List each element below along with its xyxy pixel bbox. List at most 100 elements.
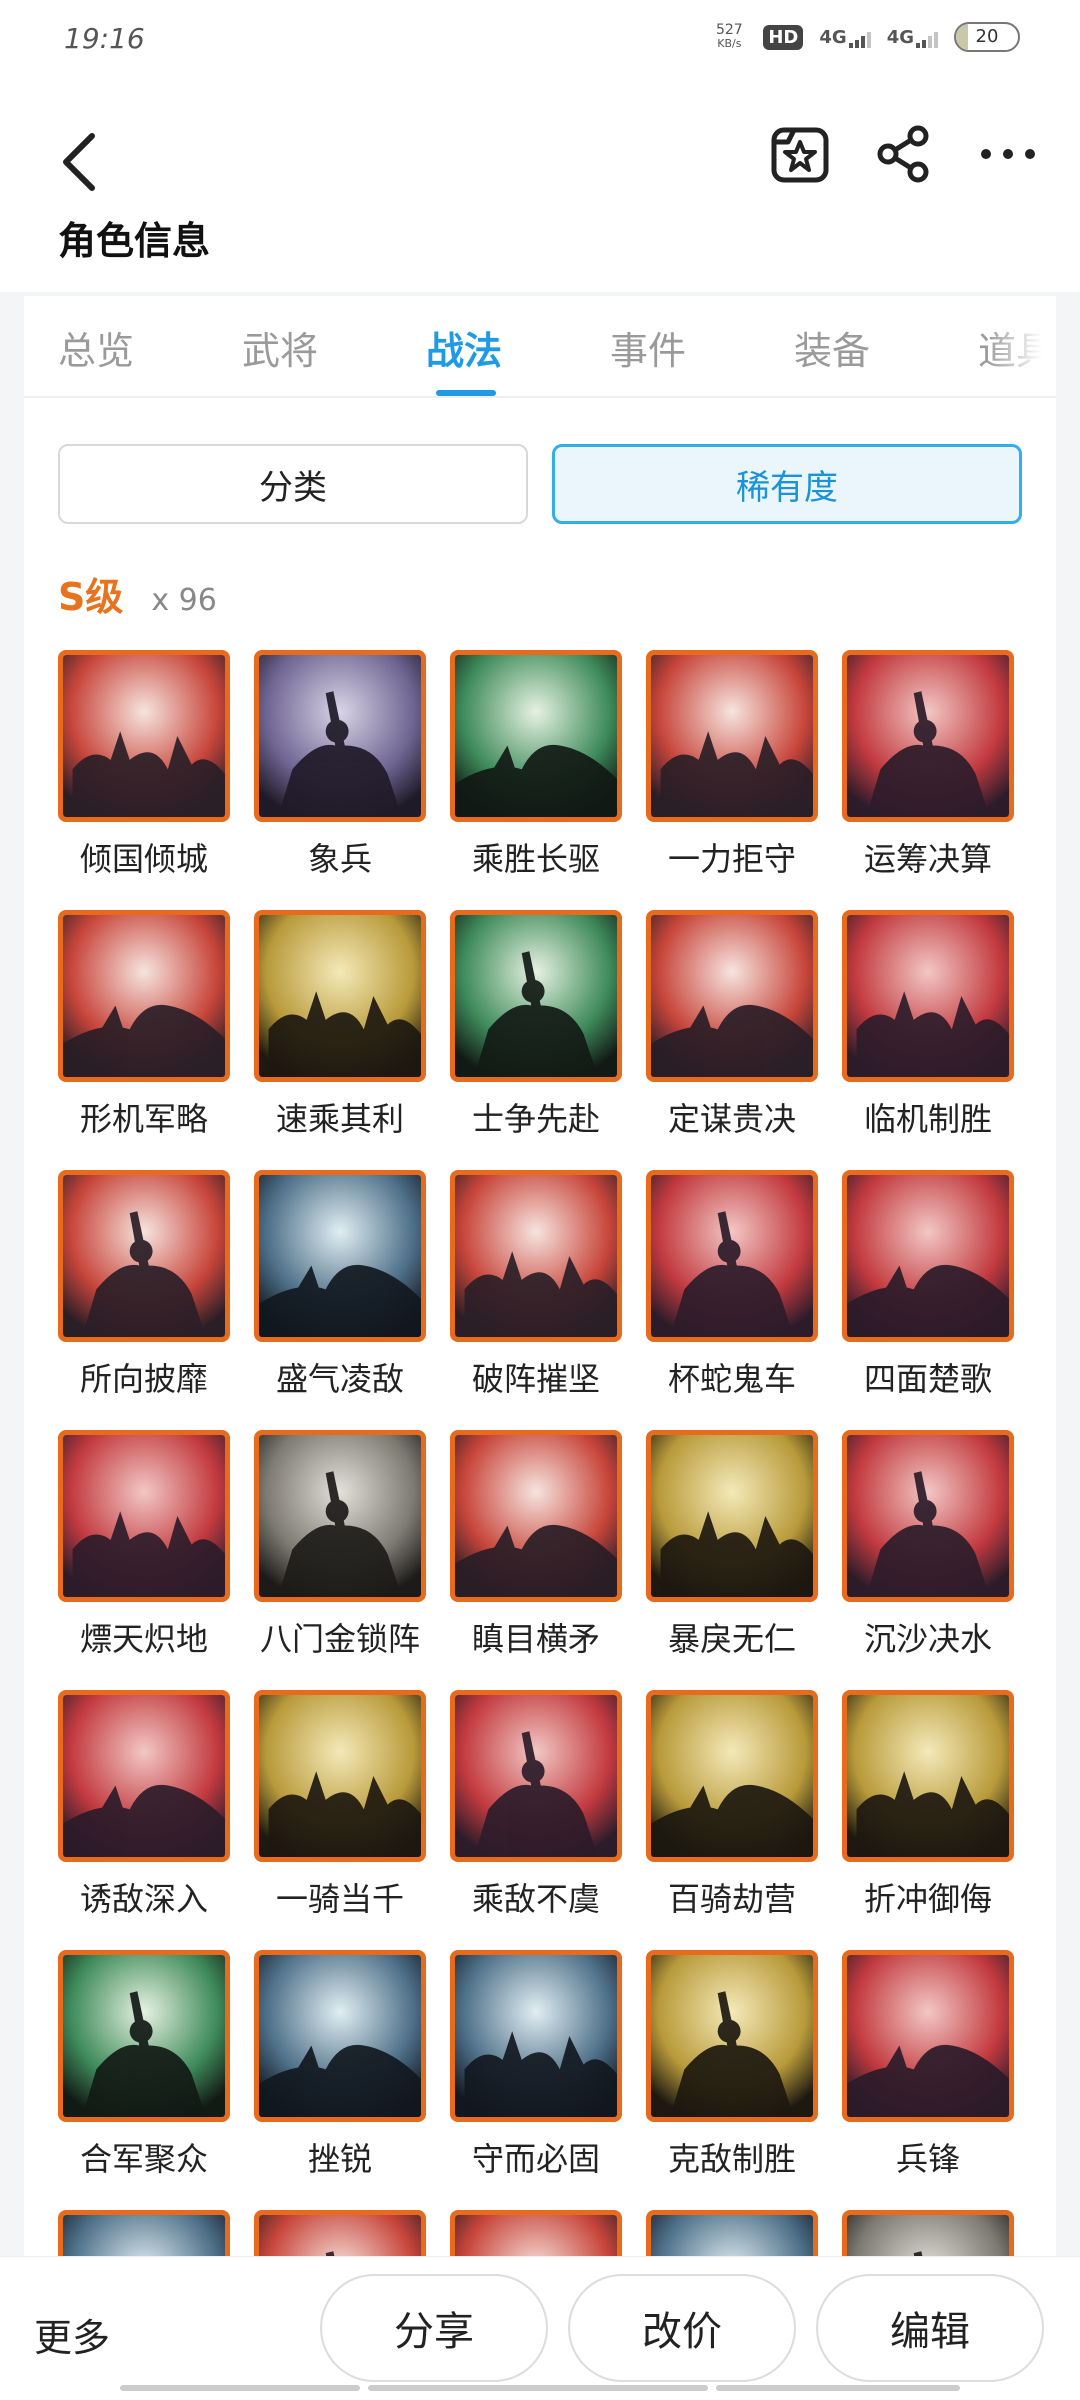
skill-name: 乘胜长驱	[471, 840, 600, 878]
skill-name: 盛气凌敌	[275, 1360, 404, 1398]
skill-name: 一力拒守	[667, 840, 796, 878]
favorite-button[interactable]	[760, 114, 840, 194]
share-icon	[877, 125, 929, 183]
skill-icon	[646, 2210, 818, 2256]
skill-icon	[842, 1690, 1014, 1862]
tab-equipment[interactable]: 装备	[794, 320, 870, 375]
skill-name: 速乘其利	[275, 1100, 404, 1138]
skill-icon	[450, 650, 622, 822]
share-top-button[interactable]	[864, 114, 944, 194]
grade-count: x 96	[151, 583, 217, 618]
edit-button[interactable]: 编辑	[816, 2274, 1044, 2382]
skill-card[interactable]: 破阵摧坚	[448, 1170, 624, 1420]
tab-tactics[interactable]: 战法	[426, 320, 502, 375]
skill-card[interactable]: 兵锋	[840, 1950, 1016, 2200]
sim1-signal-icon: 4G	[819, 27, 871, 48]
back-button[interactable]	[52, 124, 108, 200]
change-price-button[interactable]: 改价	[568, 2274, 796, 2382]
skill-name: 瞋目横矛	[471, 1620, 600, 1658]
sim2-signal-icon: 4G	[887, 27, 938, 48]
skill-name: 临机制胜	[863, 1100, 992, 1138]
skill-name: 四面楚歌	[863, 1360, 992, 1398]
tab-bar: 总览 武将 战法 事件 装备 道具	[24, 296, 1056, 398]
status-bar: 19:16 527 KB/s HD 4G 4G 20	[0, 0, 1080, 84]
skill-card[interactable]: 守而必固	[448, 1950, 624, 2200]
skill-card[interactable]: 暴戾无仁	[644, 1430, 820, 1680]
skill-card[interactable]: 形机军略	[56, 910, 232, 1160]
skill-card[interactable]: 诱敌深入	[56, 1690, 232, 1940]
skill-card[interactable]: 士争先赴	[448, 910, 624, 1160]
skill-card[interactable]: 杯蛇鬼车	[644, 1170, 820, 1420]
skill-icon	[450, 1430, 622, 1602]
skill-icon	[254, 1430, 426, 1602]
status-indicators: 527 KB/s HD 4G 4G 20	[711, 22, 1020, 52]
skill-card[interactable]: 一骑当千	[252, 1690, 428, 1940]
skill-card[interactable]	[448, 2210, 624, 2256]
skill-card[interactable]: 运筹决算	[840, 650, 1016, 900]
chevron-left-icon	[63, 133, 95, 191]
content-panel: 总览 武将 战法 事件 装备 道具 分类 稀有度 S级 x 96 倾国倾城象兵乘…	[24, 296, 1056, 2256]
skill-icon	[58, 1950, 230, 2122]
skill-card[interactable]	[56, 2210, 232, 2256]
tab-generals[interactable]: 武将	[242, 320, 318, 375]
skill-name: 挫锐	[307, 2140, 372, 2178]
skill-card[interactable]: 临机制胜	[840, 910, 1016, 1160]
skill-card[interactable]: 乘敌不虞	[448, 1690, 624, 1940]
share-button[interactable]: 分享	[320, 2274, 548, 2382]
skill-icon	[254, 1690, 426, 1862]
skill-card[interactable]: 合军聚众	[56, 1950, 232, 2200]
skill-card[interactable]: 八门金锁阵	[252, 1430, 428, 1680]
skill-card[interactable]: 熛天炽地	[56, 1430, 232, 1680]
skill-card[interactable]: 一力拒守	[644, 650, 820, 900]
skill-card[interactable]: 瞋目横矛	[448, 1430, 624, 1680]
skill-icon	[450, 910, 622, 1082]
skill-card[interactable]: 百骑劫营	[644, 1690, 820, 1940]
skill-card[interactable]: 象兵	[252, 650, 428, 900]
tab-events[interactable]: 事件	[610, 320, 686, 375]
skill-card[interactable]: 定谋贵决	[644, 910, 820, 1160]
page-title: 角色信息	[58, 219, 211, 263]
skill-card[interactable]: 四面楚歌	[840, 1170, 1016, 1420]
skill-card[interactable]: 所向披靡	[56, 1170, 232, 1420]
skill-name: 定谋贵决	[667, 1100, 796, 1138]
skill-card[interactable]: 折冲御侮	[840, 1690, 1016, 1940]
skill-card[interactable]: 倾国倾城	[56, 650, 232, 900]
hd-voice-icon: HD	[763, 24, 804, 50]
skill-card[interactable]: 速乘其利	[252, 910, 428, 1160]
skill-icon	[58, 2210, 230, 2256]
skill-name: 士争先赴	[471, 1100, 600, 1138]
grade-header: S级 x 96	[58, 566, 217, 621]
tab-overview[interactable]: 总览	[58, 320, 134, 375]
skill-icon	[450, 1170, 622, 1342]
skill-name: 诱敌深入	[79, 1880, 208, 1918]
status-time: 19:16	[64, 22, 145, 55]
filter-category-button[interactable]: 分类	[58, 444, 528, 524]
skill-card[interactable]: 乘胜长驱	[448, 650, 624, 900]
skill-card[interactable]	[252, 2210, 428, 2256]
filter-rarity-button[interactable]: 稀有度	[552, 444, 1022, 524]
skill-icon	[646, 1170, 818, 1342]
more-link[interactable]: 更多	[34, 2307, 110, 2362]
more-button[interactable]	[968, 114, 1048, 194]
skill-card[interactable]: 挫锐	[252, 1950, 428, 2200]
skill-name: 熛天炽地	[79, 1620, 208, 1658]
skill-icon	[254, 2210, 426, 2256]
skill-name: 一骑当千	[275, 1880, 404, 1918]
skill-card[interactable]: 克敌制胜	[644, 1950, 820, 2200]
skill-icon	[58, 1690, 230, 1862]
star-bookmark-icon	[771, 127, 829, 183]
skill-card[interactable]	[840, 2210, 1016, 2256]
grade-label: S级	[58, 575, 124, 619]
skill-name: 运筹决算	[863, 840, 992, 878]
skill-card[interactable]: 盛气凌敌	[252, 1170, 428, 1420]
skill-icon	[254, 1170, 426, 1342]
network-speed: 527 KB/s	[715, 22, 743, 50]
skill-name: 破阵摧坚	[471, 1360, 600, 1398]
skill-card[interactable]	[644, 2210, 820, 2256]
skill-name: 形机军略	[79, 1100, 208, 1138]
skill-icon	[450, 2210, 622, 2256]
skill-icon	[58, 910, 230, 1082]
skill-card[interactable]: 沉沙决水	[840, 1430, 1016, 1680]
skill-icon	[842, 1170, 1014, 1342]
skill-icon	[842, 2210, 1014, 2256]
